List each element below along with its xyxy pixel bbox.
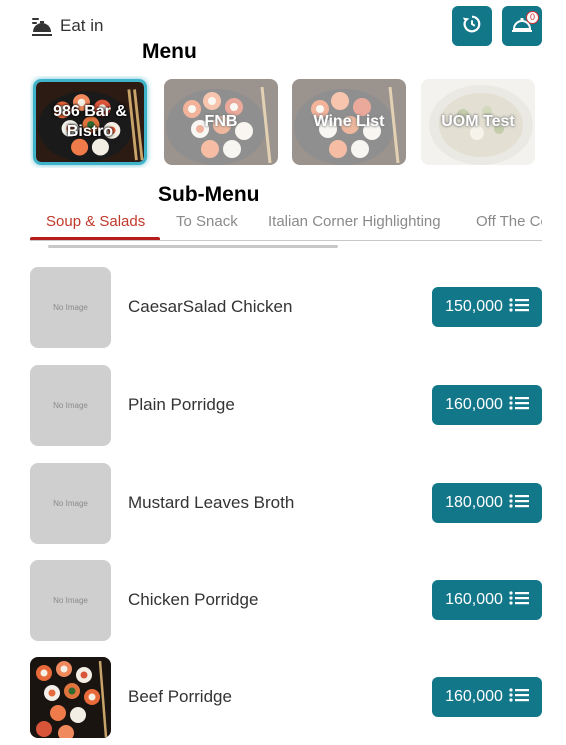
no-image-placeholder: No Image — [53, 596, 88, 605]
list-item[interactable]: No Image Plain Porridge 160,000 — [30, 365, 542, 446]
list-item[interactable]: No Image Mustard Leaves Broth 180,000 — [30, 463, 542, 544]
order-count-badge: 0 — [526, 11, 539, 24]
menu-card-label: FNB — [204, 113, 238, 130]
item-price: 160,000 — [445, 688, 503, 705]
submenu-annotation: Sub-Menu — [158, 183, 260, 206]
add-item-button[interactable]: 150,000 — [432, 287, 542, 327]
list-icon — [509, 493, 529, 514]
item-thumbnail: No Image — [30, 560, 111, 641]
history-button[interactable] — [452, 6, 492, 46]
item-thumbnail: No Image — [30, 267, 111, 348]
item-thumbnail: No Image — [30, 365, 111, 446]
item-price: 180,000 — [445, 494, 503, 511]
list-icon — [509, 395, 529, 416]
menu-carousel[interactable]: 986 Bar & Bistro FNB Wine List UOM Test — [30, 76, 542, 168]
order-cart-button[interactable]: 0 — [502, 6, 542, 46]
list-icon — [509, 590, 529, 611]
menu-card-label: UOM Test — [441, 113, 515, 130]
no-image-placeholder: No Image — [53, 499, 88, 508]
sushi-photo — [30, 657, 111, 738]
item-thumbnail: No Image — [30, 463, 111, 544]
top-bar: Eat in 0 — [0, 0, 566, 52]
item-price: 160,000 — [445, 396, 503, 413]
menu-card-uom-test[interactable]: UOM Test — [421, 79, 535, 165]
submenu-tabs: Soup & Salads To Snack Italian Corner Hi… — [30, 205, 542, 241]
menu-annotation: Menu — [142, 40, 197, 63]
dine-mode-label: Eat in — [60, 16, 104, 35]
serving-icon — [30, 14, 54, 38]
tab-italian-corner-highlighting[interactable]: Italian Corner Highlighting — [268, 213, 441, 230]
no-image-placeholder: No Image — [53, 303, 88, 312]
menu-card-wine-list[interactable]: Wine List — [292, 79, 406, 165]
history-icon — [461, 13, 483, 40]
add-item-button[interactable]: 160,000 — [432, 580, 542, 620]
list-icon — [509, 297, 529, 318]
list-item[interactable]: No Image Chicken Porridge 160,000 — [30, 560, 542, 641]
menu-card-986-bar-bistro[interactable]: 986 Bar & Bistro — [33, 79, 147, 165]
add-item-button[interactable]: 180,000 — [432, 483, 542, 523]
item-thumbnail — [30, 657, 111, 738]
item-name: Chicken Porridge — [128, 590, 259, 609]
item-name: Mustard Leaves Broth — [128, 493, 295, 512]
menu-card-label: Wine List — [313, 113, 385, 130]
add-item-button[interactable]: 160,000 — [432, 385, 542, 425]
list-item[interactable]: Beef Porridge 160,000 — [30, 657, 542, 738]
item-price: 160,000 — [445, 591, 503, 608]
item-name: Beef Porridge — [128, 687, 232, 706]
active-tab-indicator — [30, 237, 160, 240]
item-name: CaesarSalad Chicken — [128, 297, 293, 316]
no-image-placeholder: No Image — [53, 401, 88, 410]
dine-mode-selector[interactable]: Eat in — [30, 14, 103, 38]
list-item[interactable]: No Image CaesarSalad Chicken 150,000 — [30, 267, 542, 348]
menu-card-fnb[interactable]: FNB — [164, 79, 278, 165]
add-item-button[interactable]: 160,000 — [432, 677, 542, 717]
tabs-scrollbar[interactable] — [48, 245, 338, 248]
tab-off-the-coast[interactable]: Off The Coast — [476, 213, 542, 230]
tab-soup-salads[interactable]: Soup & Salads — [46, 213, 145, 230]
tab-to-snack[interactable]: To Snack — [176, 213, 238, 230]
item-price: 150,000 — [445, 298, 503, 315]
item-name: Plain Porridge — [128, 395, 235, 414]
menu-card-label: 986 Bar & Bistro — [53, 103, 127, 140]
list-icon — [509, 687, 529, 708]
